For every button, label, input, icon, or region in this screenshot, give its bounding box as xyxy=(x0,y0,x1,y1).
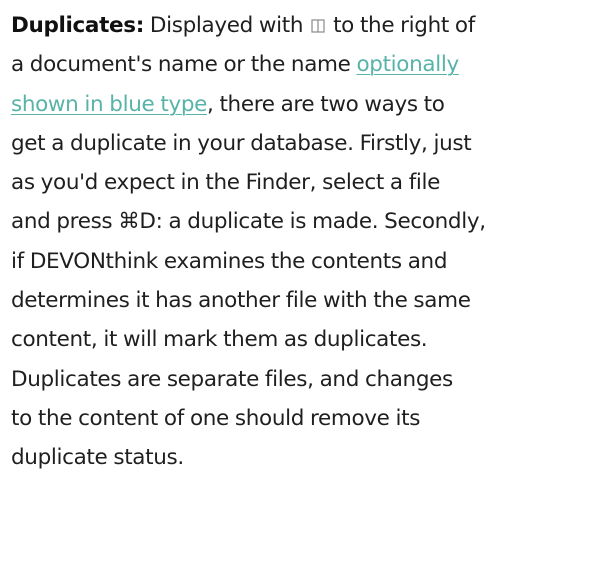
paragraph-line-10: Duplicates are separate files, and chang… xyxy=(11,366,453,392)
text-segment: , there are two ways to xyxy=(207,91,445,117)
paragraph-line-3: shown in blue type, there are two ways t… xyxy=(11,85,607,124)
paragraph-line-6: and press ⌘D: a duplicate is made. Secon… xyxy=(11,209,486,235)
paragraph-line-7: if DEVONthink examines the contents and xyxy=(11,248,448,274)
text-segment: to the right of xyxy=(327,13,475,38)
paragraph-line-11: to the content of one should remove its xyxy=(11,405,421,431)
paragraph-line-4: get a duplicate in your database. Firstl… xyxy=(11,130,472,156)
text-segment: Displayed with xyxy=(143,13,304,38)
term-duplicates: Duplicates: xyxy=(11,13,144,38)
optionally-blue-type-link-continued[interactable]: shown in blue type xyxy=(11,92,207,117)
duplicate-icon xyxy=(311,19,325,33)
paragraph-line-12: duplicate status. xyxy=(11,445,184,471)
document-paragraph: Duplicates: Displayed with to the right … xyxy=(11,6,607,478)
paragraph-line-5: as you'd expect in the Finder, select a … xyxy=(11,170,441,196)
text-segment: a document's name or the name xyxy=(11,52,357,78)
optionally-blue-type-link[interactable]: optionally xyxy=(357,52,460,77)
paragraph-line-1: Duplicates: Displayed with to the right … xyxy=(11,6,607,45)
paragraph-line-9: content, it will mark them as duplicates… xyxy=(11,327,428,353)
paragraph-line-8: determines it has another file with the … xyxy=(11,288,471,314)
paragraph-line-2: a document's name or the name optionally xyxy=(11,45,607,84)
